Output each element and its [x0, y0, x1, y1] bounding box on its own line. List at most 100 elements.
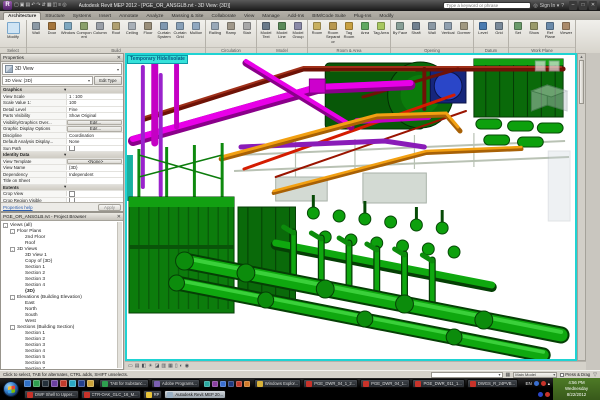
taskbar-window-button[interactable]: Autodesk Revit MEP 20...	[164, 390, 226, 399]
ribbon-tab[interactable]: Annotate	[115, 13, 142, 20]
taskbar-window-button[interactable]: DWF Shell to Upper...	[24, 390, 79, 399]
tree-expander-icon[interactable]	[18, 349, 23, 354]
type-selector[interactable]: 3D View ▾	[2, 63, 122, 75]
quick-access-icon[interactable]: ≡	[58, 1, 61, 10]
drawing-area[interactable]: Temporary Hide/Isolate	[125, 53, 577, 361]
property-value[interactable]: Fine	[67, 107, 123, 113]
property-value[interactable]	[67, 178, 123, 184]
ribbon-tab[interactable]: BIM/Code Suite	[308, 13, 350, 20]
quick-launch-icon[interactable]	[33, 380, 40, 387]
quick-access-icon[interactable]: ↷	[36, 1, 40, 10]
temporary-hide-isolate-banner[interactable]: Temporary Hide/Isolate	[127, 55, 188, 64]
quick-access-icon[interactable]: ▣	[20, 1, 25, 10]
browser-tree-item[interactable]: Section 7	[1, 366, 123, 369]
ribbon-tab[interactable]: Analyze	[142, 13, 167, 20]
ribbon-button[interactable]: Room	[309, 21, 325, 47]
tree-expander-icon[interactable]	[18, 307, 23, 312]
ribbon-button[interactable]: Curtain System	[156, 21, 172, 47]
property-value[interactable]: <None>	[67, 159, 122, 165]
ribbon-tab[interactable]: Modify	[375, 13, 397, 20]
taskbar-window-button[interactable]: DWGS_R_24PVB...	[467, 379, 518, 388]
view-control-icon[interactable]: ◐	[180, 362, 183, 370]
ribbon-button[interactable]: Model Line	[274, 21, 290, 47]
ribbon-button[interactable]: Model Group	[290, 21, 306, 47]
tree-expander-icon[interactable]	[18, 289, 23, 294]
tree-expander-icon[interactable]	[18, 277, 23, 282]
steering-wheel-panel[interactable]	[548, 151, 570, 221]
tree-expander-icon[interactable]	[18, 361, 23, 366]
ribbon-button[interactable]: Modify	[1, 21, 25, 47]
property-value[interactable]: ▾	[62, 87, 123, 93]
ribbon-button[interactable]: Curtain Grid	[172, 21, 188, 47]
tree-expander-icon[interactable]: -	[10, 229, 15, 234]
viewport-scrollbar[interactable]: ▲	[577, 53, 586, 361]
quick-access-icon[interactable]: ↶	[31, 1, 35, 10]
ribbon-button[interactable]: Window	[60, 21, 76, 47]
ribbon-tab[interactable]: Collaborate	[207, 13, 240, 20]
minimize-button[interactable]: –	[569, 1, 577, 10]
tree-expander-icon[interactable]	[18, 343, 23, 348]
3d-model-view[interactable]	[127, 55, 575, 359]
property-value[interactable]: 100	[67, 100, 123, 106]
tree-expander-icon[interactable]	[18, 355, 23, 360]
taskbar-window-button[interactable]: PGE_DWR_011_1...	[412, 379, 464, 388]
press-drag-checkbox[interactable]	[560, 373, 564, 377]
taskbar-window-button[interactable]: TAB for Substanc...	[99, 379, 149, 388]
property-value[interactable]: Edit...	[67, 126, 122, 132]
ribbon-button[interactable]: Area	[357, 21, 373, 47]
tree-expander-icon[interactable]	[18, 337, 23, 342]
quick-access-icon[interactable]: ▢	[14, 1, 19, 10]
ribbon-button[interactable]: Model Text	[258, 21, 274, 47]
quick-launch-icon[interactable]	[78, 380, 85, 387]
ribbon-button[interactable]: Railing	[207, 21, 223, 47]
ribbon-button[interactable]: Column	[92, 21, 108, 47]
infocenter-search[interactable]	[443, 2, 531, 9]
app-icon[interactable]	[228, 381, 234, 387]
worksets-combo[interactable]: ▾	[431, 372, 503, 378]
tree-expander-icon[interactable]	[18, 367, 23, 370]
ribbon-button[interactable]: Wall	[424, 21, 440, 47]
quick-access-icon[interactable]: ◫	[53, 1, 58, 10]
press-drag-toggle[interactable]: Press & Drag	[560, 372, 590, 377]
quick-launch-icon[interactable]	[42, 380, 49, 387]
ribbon-button[interactable]: Mullion	[188, 21, 204, 47]
selection-filter-icon[interactable]: ▽	[593, 372, 597, 378]
worksets-icon[interactable]: ▦	[506, 372, 511, 378]
properties-help-link[interactable]: Properties help	[3, 205, 33, 210]
ribbon-button[interactable]: Vertical	[440, 21, 456, 47]
property-value[interactable]: None	[67, 139, 123, 145]
ribbon-button[interactable]: By Face	[392, 21, 408, 47]
ribbon-tab[interactable]: Systems	[69, 13, 95, 20]
tree-expander-icon[interactable]	[18, 241, 23, 246]
ribbon-tab[interactable]: View	[240, 13, 258, 20]
ribbon-button[interactable]: Tag Room	[341, 21, 357, 47]
ribbon-button[interactable]: Tag Area	[373, 21, 389, 47]
taskbar-clock[interactable]: 4:56 PM Wednesday 8/22/2012	[553, 378, 600, 400]
property-value[interactable]: Edit...	[67, 120, 122, 126]
quick-launch-icon[interactable]	[24, 380, 31, 387]
app-icon[interactable]	[244, 381, 250, 387]
ribbon-tab[interactable]: Insert	[95, 13, 115, 20]
tray-expand-icon[interactable]: ▴	[548, 381, 550, 387]
tree-expander-icon[interactable]	[18, 253, 23, 258]
properties-header[interactable]: Properties ✕	[1, 54, 123, 62]
ribbon-tab[interactable]: Massing & Site	[167, 13, 207, 20]
property-value[interactable]	[67, 191, 123, 197]
ribbon-button[interactable]: Grid	[491, 21, 507, 47]
tree-expander-icon[interactable]: -	[10, 247, 15, 252]
property-value[interactable]: Independent	[67, 172, 123, 178]
taskbar-window-button[interactable]: RP	[143, 390, 163, 399]
tree-expander-icon[interactable]	[18, 283, 23, 288]
maximize-button[interactable]: □	[579, 1, 587, 10]
tree-expander-icon[interactable]	[18, 319, 23, 324]
properties-filter-combo[interactable]: 3D View: {3D} ▾	[2, 76, 93, 85]
taskbar-window-button[interactable]: Windows Explor...	[254, 379, 301, 388]
view-control-icon[interactable]: ▦	[168, 362, 173, 370]
help-icon[interactable]: ?	[561, 3, 564, 9]
tree-expander-icon[interactable]	[18, 331, 23, 336]
ribbon-tab[interactable]: Structure	[41, 13, 68, 20]
search-icon[interactable]: ◎	[533, 3, 537, 9]
apply-button[interactable]: Apply	[98, 204, 121, 211]
ribbon-tab[interactable]: Manage	[258, 13, 283, 20]
app-icon[interactable]	[236, 381, 242, 387]
